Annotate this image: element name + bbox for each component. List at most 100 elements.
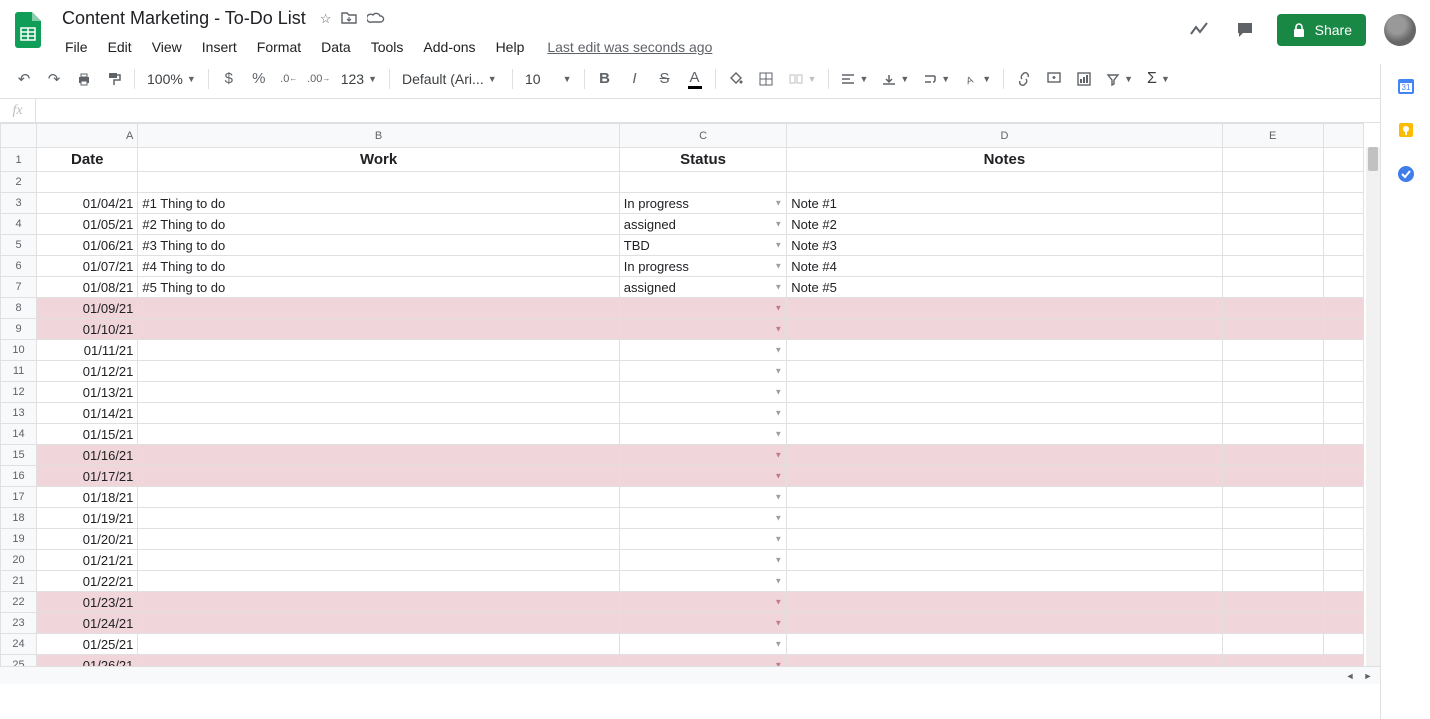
cell[interactable] [138,424,619,445]
row-header[interactable]: 13 [1,403,37,424]
row-header[interactable]: 24 [1,634,37,655]
cell[interactable] [1222,172,1323,193]
cell[interactable]: In progress▼ [619,193,786,214]
menu-addons[interactable]: Add-ons [414,35,484,59]
formula-input[interactable] [36,99,1430,122]
cell[interactable] [1323,592,1363,613]
cell[interactable]: #1 Thing to do [138,193,619,214]
cell[interactable] [1323,214,1363,235]
decrease-decimal-icon[interactable]: .0← [275,65,303,93]
last-edit-link[interactable]: Last edit was seconds ago [547,39,712,55]
cell[interactable]: ▼ [619,571,786,592]
wrap-dropdown[interactable]: ▼ [917,65,956,93]
cell[interactable] [1323,193,1363,214]
cell[interactable]: 01/22/21 [37,571,138,592]
cell[interactable] [1323,445,1363,466]
dropdown-arrow-icon[interactable]: ▼ [774,304,782,313]
cell[interactable] [787,634,1222,655]
redo-icon[interactable]: ↷ [40,65,68,93]
cell[interactable] [787,445,1222,466]
cell[interactable]: ▼ [619,550,786,571]
cell[interactable] [787,172,1222,193]
cell[interactable]: 01/21/21 [37,550,138,571]
dropdown-arrow-icon[interactable]: ▼ [774,472,782,481]
row-header[interactable]: 4 [1,214,37,235]
dropdown-arrow-icon[interactable]: ▼ [774,514,782,523]
row-header[interactable]: 19 [1,529,37,550]
cell[interactable] [1323,361,1363,382]
doc-title[interactable]: Content Marketing - To-Do List [56,6,312,31]
cell[interactable]: 01/25/21 [37,634,138,655]
cell[interactable] [1323,382,1363,403]
cell[interactable] [138,466,619,487]
cell[interactable] [138,571,619,592]
dropdown-arrow-icon[interactable]: ▼ [774,598,782,607]
cell[interactable] [1323,340,1363,361]
row-header[interactable]: 15 [1,445,37,466]
cell[interactable] [1323,235,1363,256]
row-header[interactable]: 3 [1,193,37,214]
dropdown-arrow-icon[interactable]: ▼ [774,220,782,229]
cell[interactable]: 01/11/21 [37,340,138,361]
activity-icon[interactable] [1185,16,1213,44]
dropdown-arrow-icon[interactable]: ▼ [774,346,782,355]
cell[interactable] [787,403,1222,424]
cell[interactable]: ▼ [619,340,786,361]
cell[interactable] [138,403,619,424]
row-header[interactable]: 16 [1,466,37,487]
cell[interactable] [1222,445,1323,466]
menu-edit[interactable]: Edit [99,35,141,59]
cell[interactable]: 01/14/21 [37,403,138,424]
cell[interactable] [787,613,1222,634]
cell[interactable]: 01/19/21 [37,508,138,529]
cell[interactable] [1222,613,1323,634]
merge-dropdown[interactable]: ▼ [782,65,823,93]
row-header[interactable]: 20 [1,550,37,571]
cell[interactable]: 01/17/21 [37,466,138,487]
cell[interactable] [1323,508,1363,529]
cell[interactable] [1323,466,1363,487]
cell[interactable]: ▼ [619,298,786,319]
cell[interactable] [138,613,619,634]
font-dropdown[interactable]: Default (Ari...▼ [396,65,506,93]
row-header[interactable]: 21 [1,571,37,592]
cell[interactable] [1323,634,1363,655]
dropdown-arrow-icon[interactable]: ▼ [774,388,782,397]
dropdown-arrow-icon[interactable]: ▼ [774,451,782,460]
star-icon[interactable]: ☆ [320,11,332,27]
dropdown-arrow-icon[interactable]: ▼ [774,430,782,439]
share-button[interactable]: Share [1277,14,1366,46]
cell[interactable] [787,382,1222,403]
cell[interactable]: Date [37,148,138,172]
cell[interactable]: TBD▼ [619,235,786,256]
cell[interactable]: 01/08/21 [37,277,138,298]
cell[interactable]: 01/13/21 [37,382,138,403]
cell[interactable] [1323,613,1363,634]
row-header[interactable]: 6 [1,256,37,277]
fontsize-dropdown[interactable]: 10▼ [519,65,578,93]
cell[interactable]: 01/10/21 [37,319,138,340]
dropdown-arrow-icon[interactable]: ▼ [774,619,782,628]
cell[interactable]: 01/09/21 [37,298,138,319]
cell[interactable] [1222,148,1323,172]
dropdown-arrow-icon[interactable]: ▼ [774,325,782,334]
rotate-dropdown[interactable]: A▼ [958,65,997,93]
cell[interactable] [138,361,619,382]
increase-decimal-icon[interactable]: .00→ [305,65,333,93]
calendar-icon[interactable]: 31 [1396,76,1416,96]
halign-dropdown[interactable]: ▼ [835,65,874,93]
cell[interactable] [1222,235,1323,256]
dropdown-arrow-icon[interactable]: ▼ [774,535,782,544]
number-format-dropdown[interactable]: 123▼ [335,65,383,93]
cell[interactable] [787,550,1222,571]
cell[interactable]: In progress▼ [619,256,786,277]
cell[interactable]: 01/23/21 [37,592,138,613]
cell[interactable]: 01/24/21 [37,613,138,634]
row-header[interactable]: 10 [1,340,37,361]
select-all-corner[interactable] [1,124,37,148]
cell[interactable] [1323,403,1363,424]
tasks-icon[interactable] [1396,164,1416,184]
cell[interactable] [1323,424,1363,445]
cell[interactable] [787,466,1222,487]
cell[interactable] [787,340,1222,361]
